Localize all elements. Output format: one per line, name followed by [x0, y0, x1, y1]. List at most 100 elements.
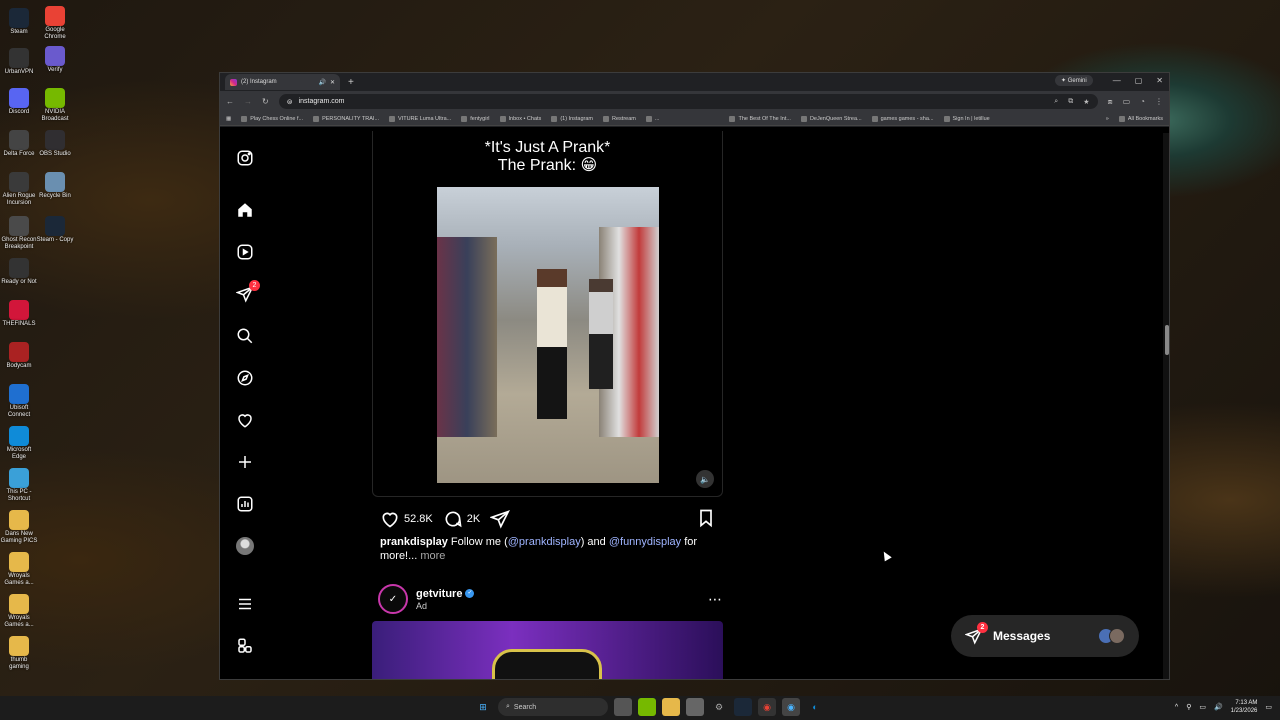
chrome-active-icon[interactable]: ◉ — [782, 698, 800, 716]
maximize-button[interactable]: ▢ — [1135, 76, 1143, 85]
instagram-logo-icon[interactable] — [236, 149, 254, 167]
close-button[interactable]: ✕ — [1156, 76, 1163, 85]
bookmark-item[interactable]: Restream — [603, 115, 636, 122]
ad-avatar[interactable]: ✓ — [378, 584, 408, 614]
back-icon[interactable]: ← — [226, 97, 234, 106]
forward-icon[interactable]: → — [244, 97, 252, 106]
new-tab-button[interactable]: + — [348, 77, 354, 88]
reels-icon[interactable] — [236, 243, 254, 261]
create-plus-icon[interactable] — [236, 453, 254, 471]
bookmark-item[interactable]: Play Chess Online f... — [241, 115, 303, 122]
notifications-heart-icon[interactable] — [236, 411, 254, 429]
desktop-icon[interactable]: This PC - Shortcut — [0, 468, 38, 503]
start-windows-icon[interactable]: ⊞ — [474, 698, 492, 716]
install-icon[interactable]: ⧉ — [1068, 98, 1073, 106]
also-from-meta-icon[interactable] — [236, 637, 254, 655]
desktop-icon[interactable]: Recycle Bin — [36, 172, 74, 200]
mention-link[interactable]: @prankdisplay — [508, 536, 581, 548]
desktop-icon[interactable]: Google Chrome — [36, 6, 74, 41]
bookmark-item[interactable]: VITURE Luma Ultra... — [389, 115, 451, 122]
messages-button[interactable]: 2 Messages — [951, 615, 1139, 657]
more-link[interactable]: more — [417, 550, 445, 562]
profile-icon[interactable]: ◔ — [1140, 97, 1145, 106]
desktop-icon[interactable]: Delta Force — [0, 130, 38, 158]
desktop-icon[interactable]: Steam — [0, 8, 38, 36]
more-options-icon[interactable]: ⋯ — [708, 591, 723, 608]
bookmark-item[interactable]: fentygirl — [461, 115, 490, 122]
desktop-icon[interactable]: Alien Rogue Incursion — [0, 172, 38, 207]
extensions-icon[interactable]: ⧈ — [1108, 97, 1113, 107]
bookmark-star-icon[interactable]: ★ — [1083, 98, 1089, 106]
desktop-icon[interactable]: OBS Studio — [36, 130, 74, 158]
save-button[interactable] — [696, 508, 716, 531]
explore-icon[interactable] — [236, 369, 254, 387]
desktop-icon[interactable]: THEFINALS — [0, 300, 38, 328]
calculator-icon[interactable] — [686, 698, 704, 716]
home-icon[interactable] — [236, 201, 254, 219]
scrollbar[interactable] — [1163, 133, 1169, 679]
volume-icon[interactable]: 🔊 — [1214, 703, 1223, 711]
search-icon[interactable] — [236, 327, 254, 345]
desktop-icon[interactable]: Ready or Not — [0, 258, 38, 286]
bookmark-item[interactable]: The Best Of The Int... — [729, 115, 791, 122]
desktop-icon[interactable]: thumb gaming — [0, 636, 38, 671]
direct-messages-icon[interactable]: 2 — [236, 280, 260, 303]
nvidia-icon[interactable] — [638, 698, 656, 716]
desktop-icon[interactable]: Verify — [36, 46, 74, 74]
bookmark-item[interactable]: Sign In | letillue — [943, 115, 990, 122]
desktop-icon[interactable]: Wroyals Games a... — [0, 594, 38, 629]
more-menu-icon[interactable] — [236, 595, 254, 613]
desktop-icon[interactable]: Dans New Gaming PICS — [0, 510, 38, 545]
desktop-icon[interactable]: UrbanVPN — [0, 48, 38, 76]
edge-icon[interactable]: ◐ — [806, 698, 824, 716]
bookmarks-overflow-icon[interactable]: » — [1106, 116, 1109, 122]
ad-image[interactable] — [372, 621, 723, 679]
notifications-icon[interactable]: ▭ — [1265, 703, 1272, 711]
usb-icon[interactable]: ⚲ — [1186, 703, 1191, 711]
tab-close-icon[interactable]: ✕ — [330, 79, 335, 86]
desktop-icon[interactable]: Discord — [0, 88, 38, 116]
bookmark-item[interactable]: DeJenQueen Strea... — [800, 115, 862, 122]
mention-link[interactable]: @funnydisplay — [609, 536, 681, 548]
desktop-icon[interactable]: Ubisoft Connect — [0, 384, 38, 419]
network-icon[interactable]: ▭ — [1199, 703, 1206, 711]
speaker-icon[interactable]: 🔊 — [318, 79, 325, 86]
like-button[interactable]: 52.8K — [380, 509, 433, 529]
steam-icon[interactable] — [734, 698, 752, 716]
desktop-icon[interactable]: Microsoft Edge — [0, 426, 38, 461]
desktop-icon[interactable]: Ghost Recon Breakpoint — [0, 216, 38, 251]
bookmark-item[interactable]: ... — [645, 115, 659, 122]
site-info-icon[interactable]: ⊜ — [287, 98, 293, 106]
reload-icon[interactable]: ↻ — [262, 97, 269, 106]
address-bar[interactable]: ⊜ instagram.com ⌕ ⧉ ★ — [278, 94, 1098, 109]
task-view-icon[interactable] — [614, 698, 632, 716]
menu-icon[interactable]: ⋮ — [1155, 97, 1163, 106]
ad-username[interactable]: getviture — [416, 588, 462, 600]
share-button[interactable] — [490, 509, 511, 529]
desktop-icon[interactable]: NVIDIA Broadcast — [36, 88, 74, 123]
mute-icon[interactable]: 🔈 — [696, 470, 714, 488]
show-hidden-icons[interactable]: ^ — [1175, 704, 1178, 711]
bookmark-item[interactable]: (1) Instagram — [551, 115, 593, 122]
sidepanel-icon[interactable]: ▭ — [1123, 97, 1131, 106]
bookmark-item[interactable]: PERSONALITY TRAI... — [313, 115, 379, 122]
comment-button[interactable]: 2K — [443, 509, 480, 529]
profile-avatar[interactable] — [236, 537, 254, 555]
all-bookmarks-button[interactable]: All Bookmarks — [1118, 115, 1163, 122]
desktop-icon[interactable]: Bodycam — [0, 342, 38, 370]
tab-instagram[interactable]: (2) Instagram 🔊 ✕ — [225, 74, 340, 90]
taskbar-search[interactable]: ⌕ Search — [498, 698, 608, 716]
desktop-icon[interactable]: Steam - Copy — [36, 216, 74, 244]
bookmark-item[interactable]: Inbox • Chats — [499, 115, 541, 122]
file-explorer-icon[interactable] — [662, 698, 680, 716]
desktop-icon[interactable]: Wroyals Games a... — [0, 552, 38, 587]
settings-gear-icon[interactable]: ⚙ — [710, 698, 728, 716]
chrome-icon[interactable]: ◉ — [758, 698, 776, 716]
zoom-icon[interactable]: ⌕ — [1054, 98, 1058, 106]
gemini-button[interactable]: ✦ Gemini — [1055, 75, 1093, 86]
caption-username[interactable]: prankdisplay — [380, 536, 448, 548]
post-video[interactable] — [437, 187, 659, 483]
apps-grid-icon[interactable]: ▦ — [226, 116, 231, 122]
bookmark-item[interactable]: games games - sha... — [871, 115, 934, 122]
clock[interactable]: 7:13 AM 1/23/2026 — [1231, 699, 1258, 715]
